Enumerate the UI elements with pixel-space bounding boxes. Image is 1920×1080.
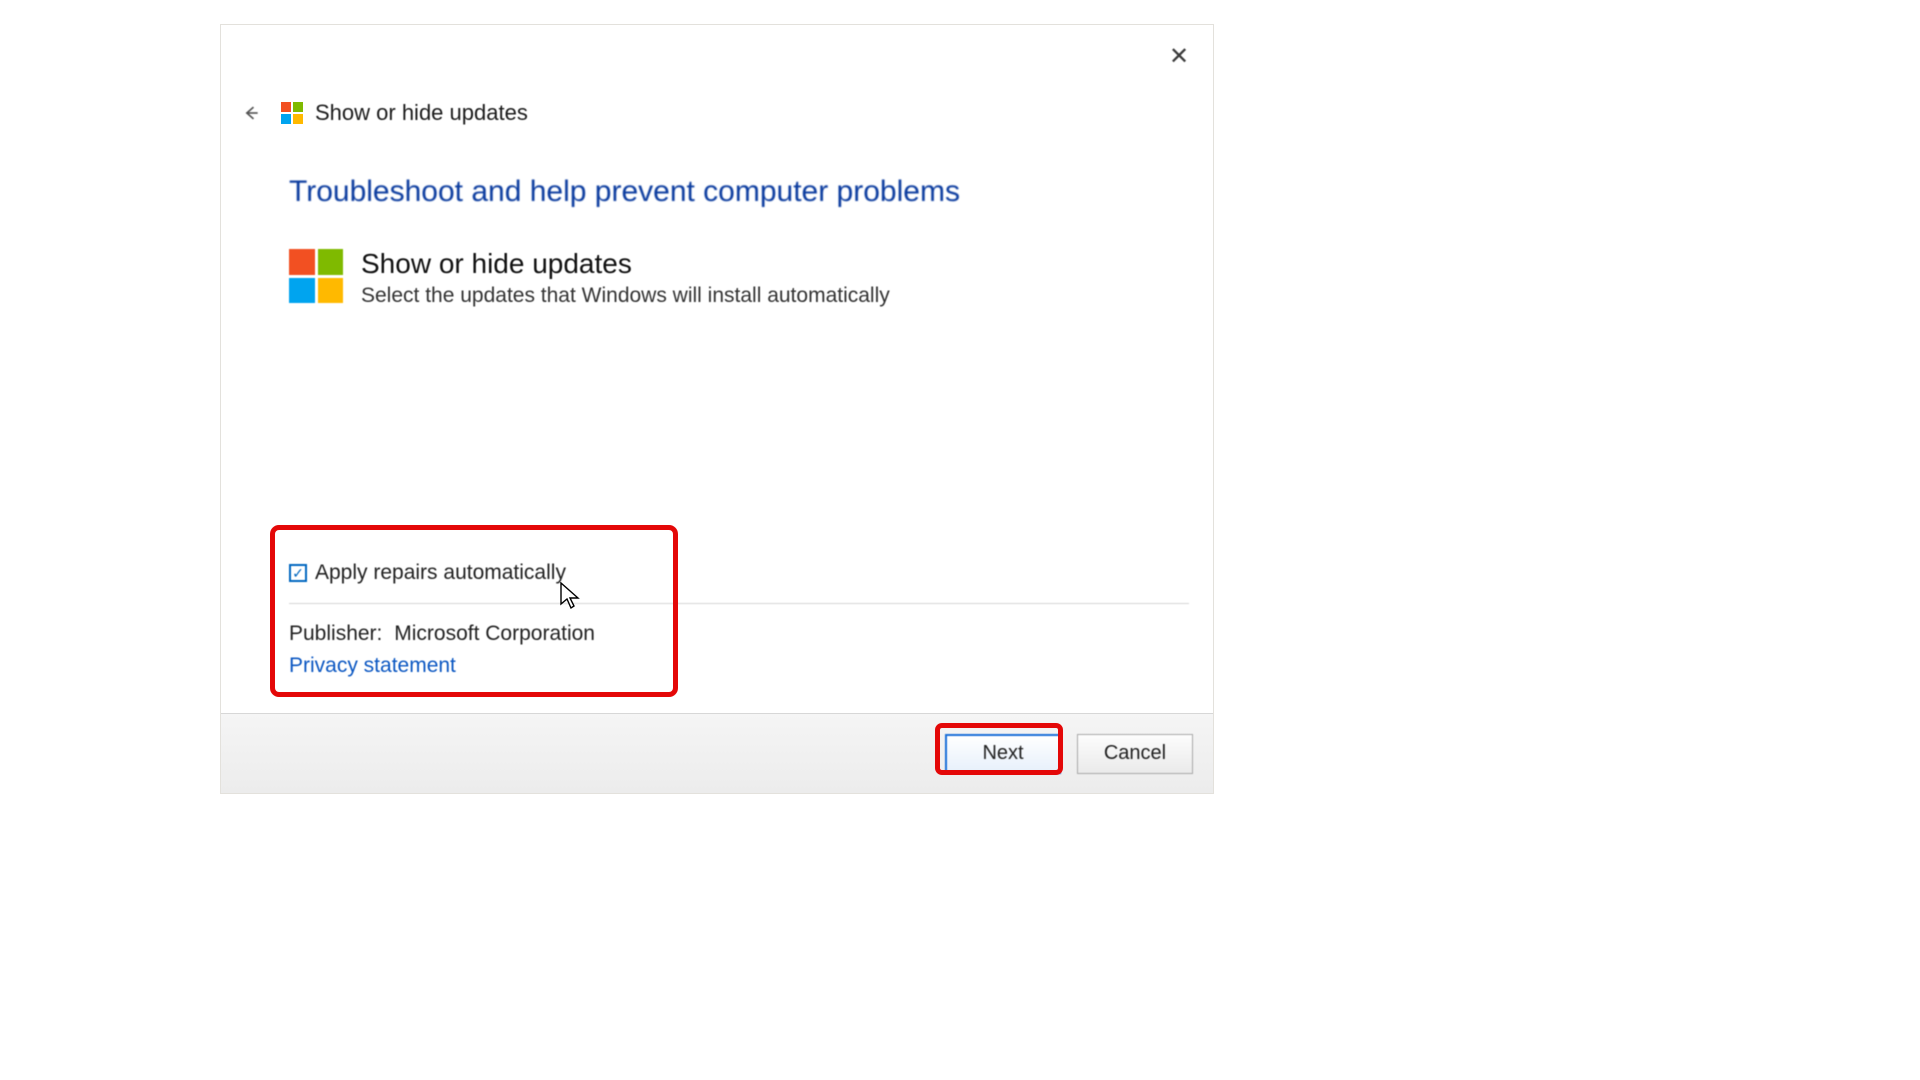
windows-logo-icon [281, 102, 303, 124]
wizard-content: Troubleshoot and help prevent computer p… [289, 175, 1173, 308]
apply-repairs-label: Apply repairs automatically [315, 561, 566, 585]
lower-info-block: ✓ Apply repairs automatically Publisher:… [289, 561, 1189, 678]
next-button[interactable]: Next [945, 734, 1061, 774]
auto-repair-row: ✓ Apply repairs automatically [289, 561, 1189, 585]
item-title: Show or hide updates [361, 249, 890, 280]
wizard-footer: Next Cancel [221, 713, 1213, 793]
troubleshooter-wizard-window: ✕ Show or hide updates Troubleshoot and … [220, 24, 1214, 794]
page-title: Troubleshoot and help prevent computer p… [289, 175, 1173, 209]
apply-repairs-checkbox[interactable]: ✓ [289, 564, 307, 582]
stage: ✕ Show or hide updates Troubleshoot and … [0, 0, 1920, 1080]
separator [289, 603, 1189, 604]
wizard-header: Show or hide updates [237, 97, 1197, 129]
cancel-button[interactable]: Cancel [1077, 734, 1193, 774]
windows-logo-icon [289, 249, 343, 303]
wizard-name: Show or hide updates [315, 100, 528, 126]
close-icon[interactable]: ✕ [1163, 41, 1195, 73]
publisher-line: Publisher: Microsoft Corporation [289, 622, 1189, 646]
item-description: Select the updates that Windows will ins… [361, 284, 890, 308]
troubleshooter-item: Show or hide updates Select the updates … [289, 249, 1173, 308]
privacy-statement-link[interactable]: Privacy statement [289, 654, 456, 678]
publisher-value: Microsoft Corporation [394, 622, 595, 645]
publisher-label: Publisher: [289, 622, 382, 645]
back-arrow-icon[interactable] [237, 99, 265, 127]
